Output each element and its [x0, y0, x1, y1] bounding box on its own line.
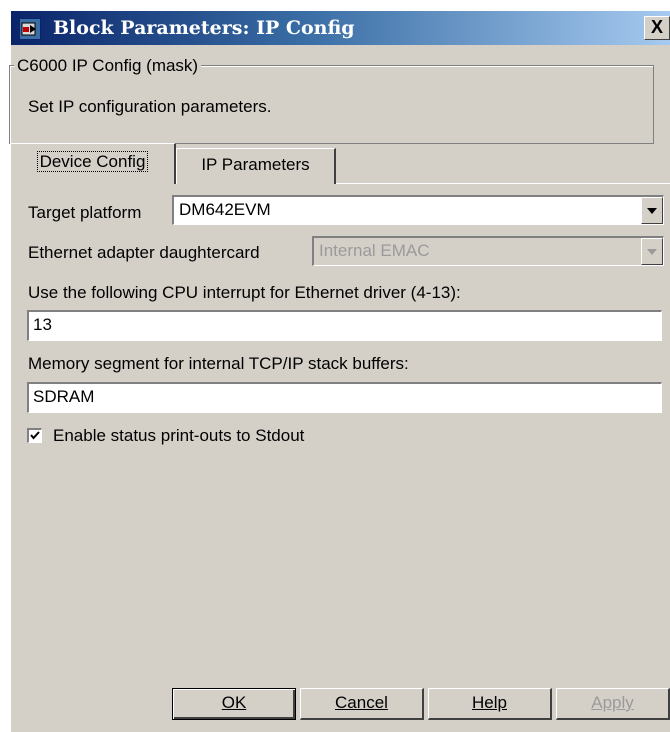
help-button-label: Help [472, 693, 507, 712]
tab-ip-parameters-label: IP Parameters [201, 155, 310, 174]
chevron-down-icon [647, 249, 657, 255]
tab-device-config[interactable]: Device Config [10, 143, 176, 184]
group-description: Set IP configuration parameters. [28, 97, 272, 116]
cpu-interrupt-input[interactable]: 13 [27, 310, 662, 341]
apply-button[interactable]: Apply [556, 688, 670, 720]
ok-button-label: OK [221, 693, 247, 712]
status-printouts-checkbox[interactable] [27, 428, 42, 443]
ethernet-adapter-select[interactable]: Internal EMAC [312, 236, 664, 266]
target-platform-dropdown-button[interactable] [641, 197, 663, 224]
apply-button-label: Apply [591, 693, 634, 712]
ethernet-adapter-dropdown-button[interactable] [641, 238, 663, 265]
target-platform-value: DM642EVM [179, 200, 271, 219]
checkmark-icon [30, 431, 40, 440]
target-platform-label: Target platform [28, 203, 142, 222]
window-title: Block Parameters: IP Config [53, 17, 355, 39]
simulink-block-icon [19, 18, 41, 40]
close-icon: X [650, 17, 663, 37]
cancel-button[interactable]: Cancel [300, 688, 424, 720]
title-bar[interactable]: Block Parameters: IP Config X [11, 11, 670, 45]
tab-ip-parameters[interactable]: IP Parameters [176, 148, 336, 184]
tab-device-config-label: Device Config [36, 151, 149, 172]
memory-segment-label: Memory segment for internal TCP/IP stack… [28, 354, 409, 373]
group-title: C6000 IP Config (mask) [14, 56, 202, 76]
cancel-button-label: Cancel [335, 693, 388, 712]
cpu-interrupt-label: Use the following CPU interrupt for Ethe… [28, 283, 461, 302]
status-printouts-label[interactable]: Enable status print-outs to Stdout [53, 426, 304, 446]
memory-segment-input[interactable]: SDRAM [27, 382, 662, 413]
help-button[interactable]: Help [428, 688, 552, 720]
chevron-down-icon [647, 208, 657, 214]
ok-button[interactable]: OK [172, 688, 296, 720]
close-button[interactable]: X [644, 16, 670, 40]
target-platform-select[interactable]: DM642EVM [172, 195, 664, 225]
ethernet-adapter-value: Internal EMAC [319, 241, 430, 260]
ethernet-adapter-label: Ethernet adapter daughtercard [28, 243, 260, 262]
